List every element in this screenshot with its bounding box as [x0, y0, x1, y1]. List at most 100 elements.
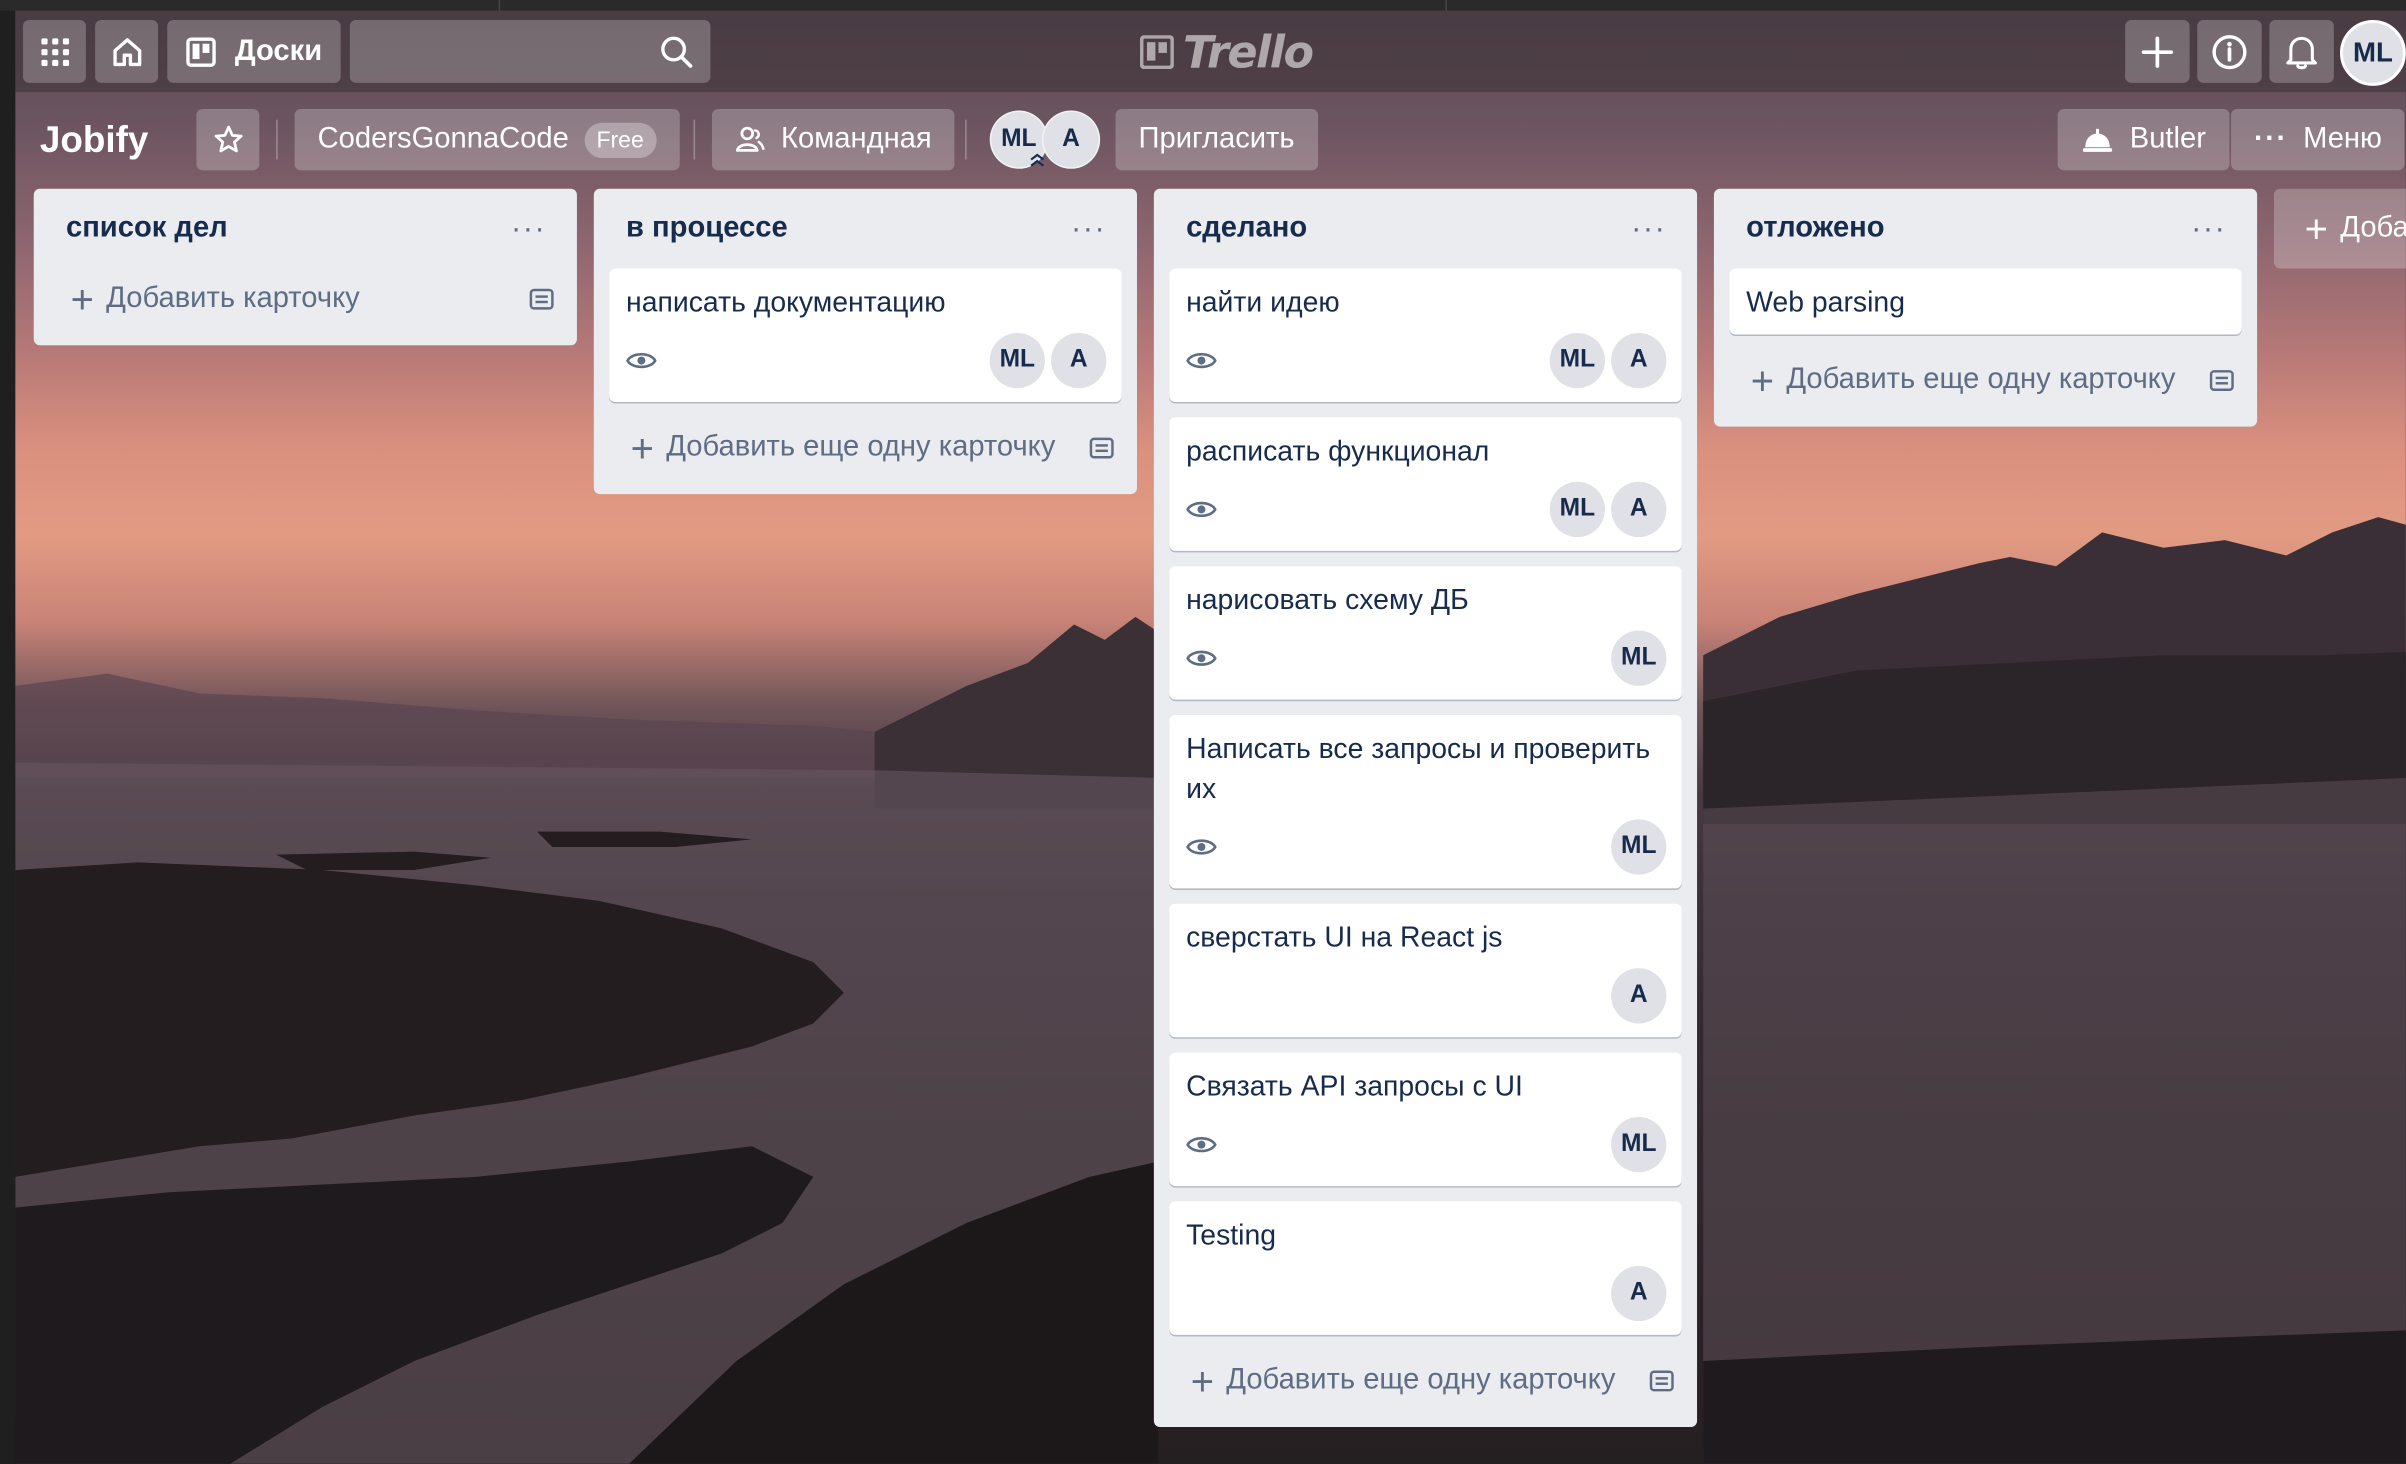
card-member-avatar[interactable]: A [1051, 332, 1107, 389]
watch-eye-icon [1186, 1137, 1217, 1153]
board-title[interactable]: Jobify [40, 112, 148, 170]
card[interactable]: найти идею ML A [1169, 268, 1682, 403]
plus-icon [2141, 35, 2174, 68]
plus-icon: + [2304, 205, 2328, 252]
boards-icon [186, 36, 216, 67]
card-member-avatar[interactable]: A [1611, 968, 1667, 1024]
list-done: сделано ··· найти идею ML A расписать фу… [1153, 188, 1698, 1427]
add-card-button[interactable]: + Добавить еще одну карточку [1169, 1350, 1681, 1411]
card-title: Связать API запросы с UI [1186, 1069, 1523, 1102]
card-member-avatar[interactable]: A [1611, 332, 1667, 389]
butler-bell-icon [2082, 128, 2113, 152]
notifications-button[interactable] [2269, 19, 2334, 83]
admin-chevron-icon [1030, 153, 1045, 167]
card-template-icon[interactable] [1088, 434, 1116, 462]
butler-button[interactable]: Butler [2057, 108, 2229, 171]
card-member-avatar[interactable]: ML [1549, 481, 1605, 538]
more-dots-icon: ··· [2254, 122, 2288, 155]
window-left-edge [0, 10, 16, 1464]
card-title: сверстать UI на React js [1186, 920, 1503, 953]
add-card-button[interactable]: + Добавить еще одну карточку [1729, 350, 2241, 411]
plus-icon: + [1190, 1357, 1214, 1404]
card[interactable]: нарисовать схему ДБ ML [1169, 566, 1682, 700]
watch-eye-icon [626, 352, 657, 369]
card-template-icon[interactable] [2208, 367, 2236, 395]
window-top-strip [0, 0, 2406, 11]
add-card-label: Добавить еще одну карточку [666, 431, 1056, 464]
card[interactable]: расписать функционал ML A [1169, 417, 1682, 551]
menu-button[interactable]: ··· Меню [2231, 108, 2405, 171]
card-member-avatar[interactable]: A [1611, 481, 1667, 538]
team-visibility-icon [735, 126, 765, 152]
add-list-button[interactable]: + Доба [2273, 188, 2406, 269]
watch-eye-icon [1186, 352, 1217, 369]
plus-icon: + [70, 276, 94, 323]
list-menu-icon[interactable]: ··· [2191, 211, 2226, 246]
trello-logo[interactable]: Trello [1140, 26, 1314, 78]
add-card-button[interactable]: + Добавить еще одну карточку [609, 417, 1121, 478]
list-header[interactable]: в процессе ··· [609, 189, 1121, 269]
butler-label: Butler [2129, 122, 2206, 155]
apps-grid-icon [40, 37, 69, 66]
list-title[interactable]: в процессе [626, 212, 788, 246]
list-menu-icon[interactable]: ··· [1071, 211, 1106, 246]
card-title: нарисовать схему ДБ [1186, 583, 1469, 616]
search-icon[interactable] [660, 35, 694, 69]
card-member-avatar[interactable]: ML [1611, 819, 1667, 875]
card-member-avatar[interactable]: ML [989, 332, 1045, 389]
card-template-icon[interactable] [528, 285, 556, 313]
list-title[interactable]: сделано [1186, 212, 1307, 246]
add-card-button[interactable]: + Добавить карточку [49, 269, 561, 330]
add-list-label: Доба [2340, 211, 2406, 244]
boards-label: Доски [234, 34, 323, 67]
list-title[interactable]: отложено [1746, 212, 1884, 246]
list-menu-icon[interactable]: ··· [511, 211, 546, 246]
card-title: Написать все запросы и проверить их [1186, 731, 1651, 805]
card[interactable]: Написать все запросы и проверить их ML [1169, 715, 1682, 889]
plus-icon: + [630, 425, 654, 472]
home-icon [112, 37, 141, 66]
team-button[interactable]: CodersGonnaCode Free [294, 108, 680, 171]
list-header[interactable]: сделано ··· [1169, 189, 1681, 269]
watch-eye-icon [1186, 650, 1217, 666]
card-member-avatar[interactable]: ML [1611, 1117, 1667, 1173]
card[interactable]: Testing A [1169, 1201, 1682, 1335]
add-card-label: Добавить карточку [106, 282, 360, 315]
boards-button[interactable]: Доски [167, 19, 341, 83]
board-page: Доски Trello ML Jobify CodersGonnaCode F… [0, 0, 2406, 1464]
watch-eye-icon [1186, 839, 1217, 855]
board-member-avatar[interactable]: A [1041, 110, 1101, 169]
card-member-avatar[interactable]: ML [1549, 332, 1605, 389]
home-button[interactable] [95, 19, 159, 83]
star-board-button[interactable] [196, 108, 260, 171]
list-header[interactable]: список дел ··· [49, 189, 561, 269]
list-todo: список дел ··· + Добавить карточку [33, 188, 577, 346]
header-divider [276, 119, 278, 160]
list-title[interactable]: список дел [66, 212, 228, 246]
user-avatar[interactable]: ML [2339, 19, 2406, 86]
card[interactable]: Связать API запросы с UI ML [1169, 1052, 1682, 1187]
create-button[interactable] [2125, 19, 2190, 83]
info-icon [2212, 34, 2247, 69]
visibility-label: Командная [781, 122, 932, 155]
card-title: написать документацию [626, 285, 946, 318]
info-button[interactable] [2197, 19, 2262, 83]
apps-button[interactable] [23, 19, 86, 83]
list-menu-icon[interactable]: ··· [1631, 211, 1666, 246]
card[interactable]: Web parsing [1729, 268, 2242, 335]
list-header[interactable]: отложено ··· [1729, 189, 2241, 269]
add-card-label: Добавить еще одну карточку [1226, 1364, 1616, 1397]
search-box[interactable] [349, 19, 711, 83]
menu-label: Меню [2303, 122, 2382, 155]
card-title: расписать функционал [1186, 434, 1490, 467]
list-postponed: отложено ··· Web parsing + Добавить еще о… [1713, 188, 2258, 427]
card[interactable]: написать документацию ML A [609, 268, 1122, 403]
header-divider [965, 119, 967, 160]
card[interactable]: сверстать UI на React js A [1169, 903, 1682, 1038]
card-member-avatar[interactable]: A [1611, 1265, 1667, 1322]
card-template-icon[interactable] [1648, 1367, 1676, 1395]
card-member-avatar[interactable]: ML [1611, 630, 1667, 686]
search-input[interactable] [349, 19, 642, 83]
invite-button[interactable]: Пригласить [1115, 108, 1318, 171]
visibility-button[interactable]: Командная [711, 108, 955, 171]
